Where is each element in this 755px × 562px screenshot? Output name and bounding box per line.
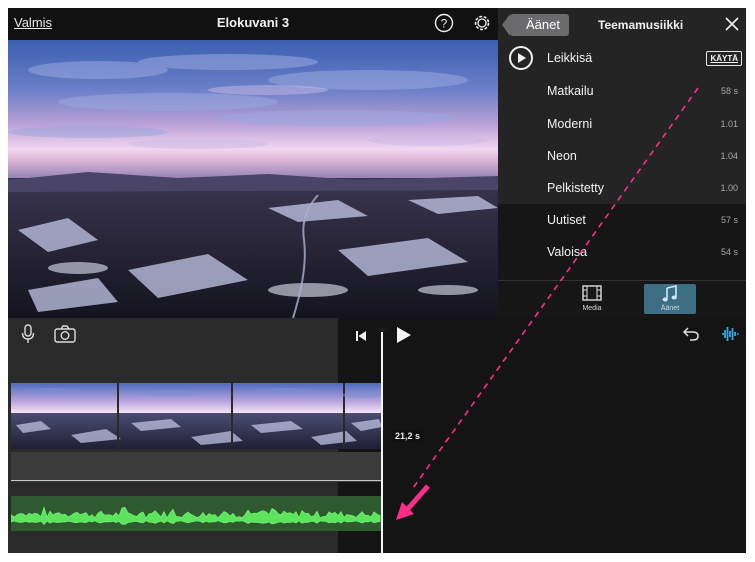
track-name: Uutiset xyxy=(547,213,586,227)
track-name: Valoisa xyxy=(547,245,588,259)
tab-audio[interactable]: Äänet xyxy=(644,284,696,314)
tab-label: Äänet xyxy=(660,305,680,312)
play-icon[interactable] xyxy=(396,326,412,349)
gear-icon[interactable] xyxy=(472,13,492,33)
track-name: Pelkistetty xyxy=(547,181,604,195)
video-clip[interactable] xyxy=(11,383,382,449)
panel-title: Teemamusiikki xyxy=(598,18,684,32)
back-to-audio-button[interactable]: Äänet xyxy=(502,14,569,36)
film-icon xyxy=(582,285,602,306)
tab-bar-divider xyxy=(498,280,746,281)
empty-audio-lane xyxy=(11,452,382,482)
track-row-uutiset[interactable]: Uutiset 57 s xyxy=(498,206,746,236)
track-duration: 1.01 xyxy=(720,119,738,129)
undo-icon[interactable] xyxy=(682,326,700,347)
project-title: Elokuvani 3 xyxy=(216,15,290,30)
track-name: Neon xyxy=(547,149,577,163)
track-duration: 1.04 xyxy=(720,151,738,161)
svg-text:?: ? xyxy=(441,17,448,31)
help-icon[interactable]: ? xyxy=(434,13,454,33)
track-row-pelkistetty[interactable]: Pelkistetty 1.00 xyxy=(498,174,746,204)
skip-to-start-icon[interactable] xyxy=(355,329,367,347)
track-name: Matkailu xyxy=(547,84,594,98)
microphone-icon[interactable] xyxy=(21,324,35,349)
track-duration: 58 s xyxy=(720,86,738,96)
track-row-moderni[interactable]: Moderni 1.01 xyxy=(498,110,746,140)
tab-label: Media xyxy=(582,305,602,312)
app-screen: Valmis Elokuvani 3 ? Äänet Teemamusiikki… xyxy=(8,8,746,553)
timeline-area: 21,2 s xyxy=(8,318,746,553)
video-preview[interactable] xyxy=(8,40,498,318)
lane-divider xyxy=(11,480,382,481)
top-bar: Valmis Elokuvani 3 ? xyxy=(8,8,498,40)
playhead[interactable] xyxy=(381,332,383,553)
track-name: Moderni xyxy=(547,117,593,131)
track-row-neon[interactable]: Neon 1.04 xyxy=(498,142,746,172)
track-name: Leikkisä xyxy=(547,51,593,65)
playhead-time: 21,2 s xyxy=(392,430,424,442)
camera-icon[interactable] xyxy=(54,325,76,348)
theme-music-track[interactable] xyxy=(11,496,382,531)
track-duration: 54 s xyxy=(720,247,738,257)
audio-browser-panel: Äänet Teemamusiikki KÄYTÄ Leikkisä Matka… xyxy=(498,8,746,318)
close-icon[interactable] xyxy=(724,16,740,32)
track-duration: 1.00 xyxy=(720,183,738,193)
track-row-matkailu[interactable]: Matkailu 58 s xyxy=(498,77,746,107)
tab-media[interactable]: Media xyxy=(566,284,618,314)
track-row-leikkisa[interactable]: Leikkisä xyxy=(498,44,746,74)
track-row-valoisa[interactable]: Valoisa 54 s xyxy=(498,238,746,268)
track-duration: 57 s xyxy=(720,215,738,225)
audio-waveform-icon[interactable] xyxy=(721,325,739,348)
